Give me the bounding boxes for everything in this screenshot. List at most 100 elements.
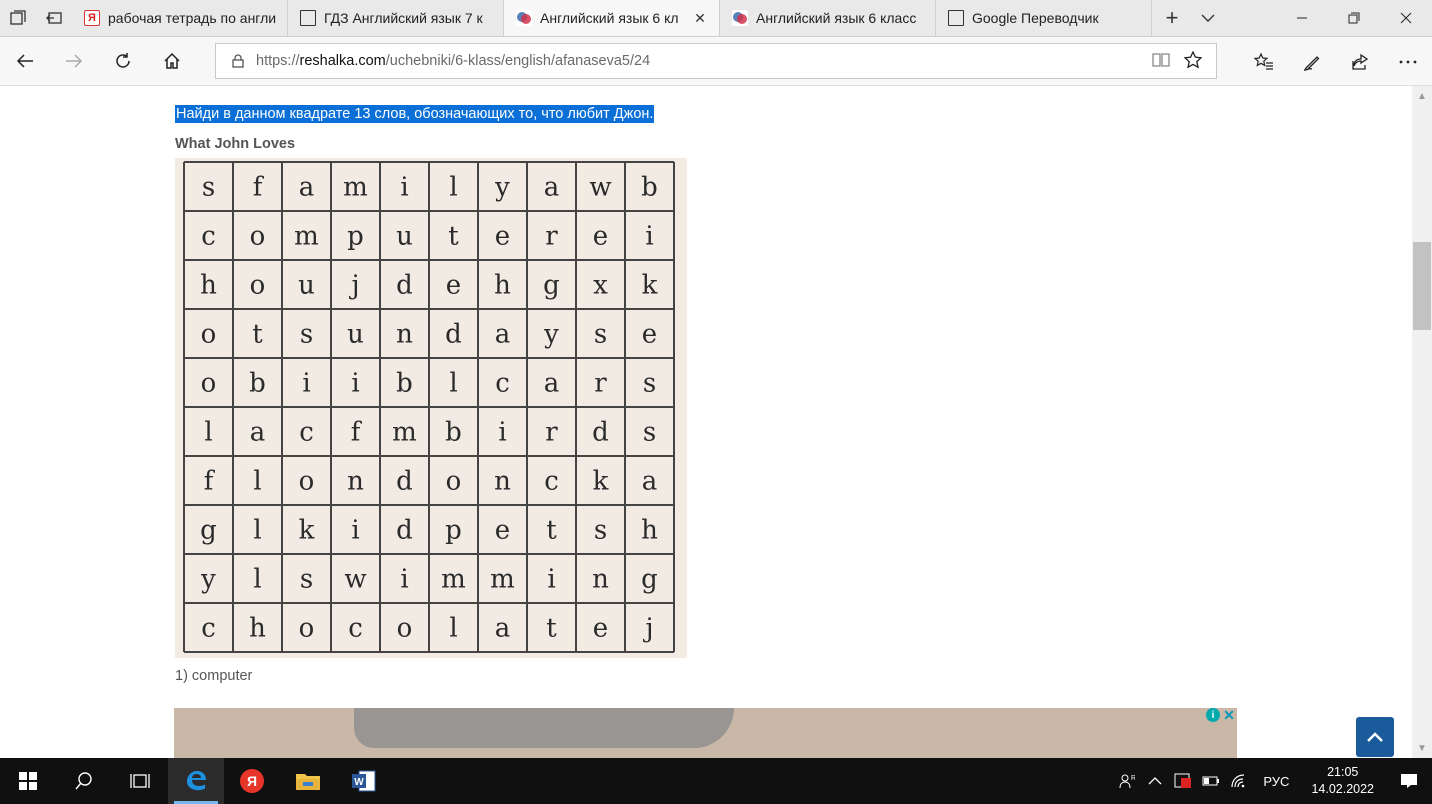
set-aside-icon bbox=[46, 12, 62, 24]
grid-letter: y bbox=[543, 320, 559, 350]
antivirus-icon[interactable] bbox=[1169, 773, 1197, 789]
grid-letter: e bbox=[593, 222, 608, 252]
tab-actions-button[interactable] bbox=[0, 0, 36, 36]
grid-letter: c bbox=[299, 418, 314, 448]
yandex-icon: Я bbox=[84, 10, 100, 26]
tab-3[interactable]: Английский язык 6 кл ✕ bbox=[504, 0, 720, 36]
url-prefix: https:// bbox=[256, 53, 300, 69]
grid-letter: a bbox=[495, 320, 511, 350]
explorer-taskbar-button[interactable] bbox=[280, 758, 336, 804]
tab-label: Английский язык 6 класс bbox=[756, 10, 917, 26]
set-aside-tabs-button[interactable] bbox=[36, 0, 72, 36]
search-icon bbox=[75, 772, 92, 790]
tab-5[interactable]: Google Переводчик bbox=[936, 0, 1152, 36]
yandex-taskbar-button[interactable]: Я bbox=[224, 758, 280, 804]
grid-letter: o bbox=[397, 614, 413, 644]
search-button[interactable] bbox=[56, 758, 112, 804]
page-icon bbox=[948, 10, 964, 26]
close-window-button[interactable] bbox=[1380, 0, 1432, 36]
notification-icon bbox=[1401, 774, 1417, 788]
task-text: Найди в данном квадрате 13 слов, обознач… bbox=[175, 105, 655, 123]
grid-letter: o bbox=[299, 467, 315, 497]
clock[interactable]: 21:05 14.02.2022 bbox=[1299, 764, 1386, 798]
refresh-button[interactable] bbox=[98, 37, 147, 86]
scroll-down-icon[interactable]: ▼ bbox=[1412, 740, 1432, 756]
scroll-to-top-button[interactable] bbox=[1356, 717, 1394, 757]
reading-view-button[interactable] bbox=[1152, 52, 1170, 71]
grid-letter: l bbox=[449, 173, 457, 203]
minimize-button[interactable] bbox=[1276, 0, 1328, 36]
task-view-button[interactable] bbox=[112, 758, 168, 804]
favorites-hub-button[interactable] bbox=[1240, 37, 1288, 86]
answer-text: 1) computer bbox=[175, 668, 253, 684]
grid-letter: d bbox=[396, 271, 413, 301]
grid-letter: a bbox=[250, 418, 266, 448]
edge-taskbar-button[interactable] bbox=[168, 758, 224, 804]
notes-button[interactable] bbox=[1288, 37, 1336, 86]
favorite-button[interactable] bbox=[1183, 49, 1203, 72]
grid-letter: g bbox=[200, 516, 217, 546]
scroll-up-icon[interactable]: ▲ bbox=[1412, 88, 1432, 104]
tab-strip: Я рабочая тетрадь по англи ГДЗ Английски… bbox=[0, 0, 1432, 37]
more-icon bbox=[1399, 60, 1417, 63]
grid-letter: i bbox=[400, 173, 408, 203]
tab-preview-button[interactable] bbox=[1192, 0, 1224, 36]
people-icon[interactable]: R bbox=[1113, 773, 1141, 789]
clock-time: 21:05 bbox=[1327, 765, 1359, 779]
svg-text:Я: Я bbox=[247, 773, 257, 789]
svg-text:W: W bbox=[354, 777, 364, 788]
chevron-down-icon bbox=[1201, 14, 1215, 22]
grid-letter: e bbox=[593, 614, 608, 644]
grid-letter: n bbox=[592, 565, 609, 595]
share-icon bbox=[1352, 53, 1369, 70]
grid-letter: s bbox=[643, 418, 656, 448]
share-button[interactable] bbox=[1336, 37, 1384, 86]
restore-button[interactable] bbox=[1328, 0, 1380, 36]
vertical-scrollbar[interactable]: ▲ ▼ bbox=[1412, 86, 1432, 758]
navigation-bar: https://reshalka.com/uchebniki/6-klass/e… bbox=[0, 37, 1432, 86]
grid-letter: l bbox=[253, 467, 261, 497]
grid-letter: s bbox=[300, 320, 313, 350]
ad-controls: i ✕ bbox=[1206, 707, 1236, 723]
tab-4[interactable]: Английский язык 6 класс bbox=[720, 0, 936, 36]
url-text[interactable]: https://reshalka.com/uchebniki/6-klass/e… bbox=[256, 53, 650, 69]
grid-letter: t bbox=[448, 222, 459, 252]
grid-letter: a bbox=[495, 614, 511, 644]
grid-letter: b bbox=[445, 418, 462, 448]
grid-letter: i bbox=[302, 369, 310, 399]
scrollbar-thumb[interactable] bbox=[1413, 242, 1431, 330]
action-center-button[interactable] bbox=[1386, 773, 1432, 789]
ad-close-icon[interactable]: ✕ bbox=[1222, 707, 1236, 723]
ad-info-icon[interactable]: i bbox=[1206, 708, 1220, 722]
grid-letter: h bbox=[249, 614, 266, 644]
forward-button[interactable] bbox=[49, 37, 98, 86]
battery-icon[interactable] bbox=[1197, 776, 1225, 786]
grid-letter: a bbox=[299, 173, 315, 203]
task-view-icon bbox=[130, 774, 150, 788]
address-bar[interactable]: https://reshalka.com/uchebniki/6-klass/e… bbox=[215, 43, 1217, 79]
home-button[interactable] bbox=[147, 37, 196, 86]
grid-letter: n bbox=[396, 320, 413, 350]
new-tab-button[interactable]: + bbox=[1152, 0, 1192, 36]
grid-letter: r bbox=[545, 418, 558, 448]
word-taskbar-button[interactable]: W bbox=[336, 758, 392, 804]
tab-2[interactable]: ГДЗ Английский язык 7 к bbox=[288, 0, 504, 36]
grid-letter: m bbox=[392, 418, 417, 448]
tab-1[interactable]: Я рабочая тетрадь по англи bbox=[72, 0, 288, 36]
wifi-icon[interactable] bbox=[1225, 774, 1253, 788]
back-button[interactable] bbox=[0, 37, 49, 86]
close-tab-icon[interactable]: ✕ bbox=[691, 9, 709, 27]
start-button[interactable] bbox=[0, 758, 56, 804]
more-button[interactable] bbox=[1384, 37, 1432, 86]
grid-letter: n bbox=[494, 467, 511, 497]
show-hidden-icons-icon[interactable] bbox=[1141, 776, 1169, 786]
language-indicator[interactable]: РУС bbox=[1253, 774, 1299, 789]
url-path: /uchebniki/6-klass/english/afanaseva5/24 bbox=[385, 53, 651, 69]
ad-car-image bbox=[354, 708, 734, 748]
ad-banner[interactable] bbox=[174, 708, 1237, 758]
grid-letter: u bbox=[298, 271, 315, 301]
tab-label: Английский язык 6 кл bbox=[540, 10, 679, 26]
grid-letter: o bbox=[446, 467, 462, 497]
grid-letter: o bbox=[201, 320, 217, 350]
grid-letter: y bbox=[200, 565, 216, 595]
